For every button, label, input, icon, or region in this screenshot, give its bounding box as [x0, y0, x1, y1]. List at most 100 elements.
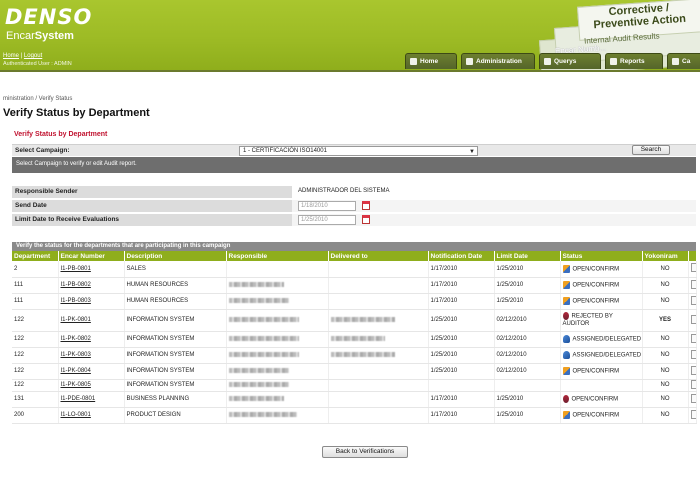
encar-number-link[interactable]: I1-PK-0803: [58, 347, 125, 364]
encar-number-link[interactable]: I1-LO-0801: [58, 407, 125, 424]
department-cell: 111: [12, 277, 59, 294]
row-action-cell[interactable]: [688, 277, 697, 294]
row-action-cell[interactable]: [688, 309, 697, 332]
redacted-name: [228, 411, 297, 417]
header-notification-date[interactable]: Notification Date: [428, 251, 495, 261]
status-text: OPEN/CONFIRM: [572, 298, 620, 305]
top-links: Home | Logout: [3, 53, 43, 59]
calendar-icon[interactable]: [362, 201, 370, 210]
header-encar-number[interactable]: Encar Number: [58, 251, 125, 261]
responsible-cell: [226, 407, 329, 424]
redacted-name: [228, 297, 289, 303]
row-action-cell[interactable]: [688, 379, 697, 392]
limit-date-label: Limit Date to Receive Evaluations: [12, 214, 292, 226]
redacted-name: [228, 316, 299, 322]
nav-ca[interactable]: Ca: [667, 53, 700, 69]
row-checkbox[interactable]: [690, 379, 695, 389]
header-divider: [0, 70, 700, 72]
status-cell: REJECTED BY AUDITOR: [560, 309, 643, 332]
dropdown-arrow-icon: ▼: [469, 149, 475, 155]
delivered-to-cell: [328, 293, 429, 310]
notification-date-cell: 1/25/2010: [428, 331, 495, 348]
reports-icon: [610, 58, 617, 65]
responsible-cell: [226, 379, 329, 392]
status-text: OPEN/CONFIRM: [572, 266, 620, 273]
row-action-cell[interactable]: [688, 407, 697, 424]
table-row: 122 I1-PK-0802 INFORMATION SYSTEM 1/25/2010…: [12, 331, 697, 348]
rejected-status-icon: [562, 312, 569, 321]
yokoniram-cell: NO: [642, 347, 689, 364]
limit-date-cell: 02/12/2010: [494, 363, 561, 380]
department-cell: 131: [12, 391, 59, 408]
home-link[interactable]: Home: [3, 53, 19, 59]
header-yokoniram[interactable]: Yokoniram: [642, 251, 689, 261]
limit-date-input[interactable]: 1/25/2010: [298, 215, 356, 225]
header-responsible[interactable]: Responsible: [226, 251, 329, 261]
select-campaign-label: Select Campaign:: [15, 147, 70, 154]
table-row: 122 I1-PK-0805 INFORMATION SYSTEM NO: [12, 379, 697, 392]
limit-date-cell: 1/25/2010: [494, 391, 561, 408]
delivered-to-cell: [328, 261, 429, 278]
yokoniram-cell: YES: [642, 309, 689, 332]
encar-number-link[interactable]: I1-PB-0802: [58, 277, 125, 294]
row-checkbox[interactable]: [690, 333, 695, 343]
row-checkbox[interactable]: [690, 279, 695, 289]
responsible-sender-value: ADMINISTRADOR DEL SISTEMA: [292, 186, 696, 198]
row-action-cell[interactable]: [688, 261, 697, 278]
assigned-status-icon: [562, 335, 570, 343]
encar-number-link[interactable]: I1-PDE-0801: [58, 391, 125, 408]
encar-number-link[interactable]: I1-PK-0801: [58, 309, 125, 332]
ca-icon: [672, 58, 679, 65]
encar-number-link[interactable]: I1-PK-0804: [58, 363, 125, 380]
nav-home[interactable]: Home: [405, 53, 457, 69]
limit-date-cell: 02/12/2010: [494, 347, 561, 364]
home-icon: [410, 58, 417, 65]
row-action-cell[interactable]: [688, 391, 697, 408]
notification-date-cell: 1/17/2010: [428, 391, 495, 408]
header-department[interactable]: Department: [12, 251, 59, 261]
row-action-cell[interactable]: [688, 363, 697, 380]
row-checkbox[interactable]: [690, 409, 695, 419]
row-checkbox[interactable]: [690, 314, 695, 324]
header-delivered-to[interactable]: Delivered to: [328, 251, 429, 261]
responsible-cell: [226, 293, 329, 310]
calendar-icon[interactable]: [362, 215, 370, 224]
description-cell: INFORMATION SYSTEM: [124, 363, 227, 380]
row-action-cell[interactable]: [688, 331, 697, 348]
campaign-select[interactable]: 1 - CERTIFICACIÓN ISO14001 ▼: [239, 146, 478, 156]
responsible-cell: [226, 363, 329, 380]
row-checkbox[interactable]: [690, 393, 695, 403]
row-checkbox[interactable]: [690, 349, 695, 359]
send-date-input[interactable]: 1/18/2010: [298, 201, 356, 211]
header-limit-date[interactable]: Limit Date: [494, 251, 561, 261]
status-cell: OPEN/CONFIRM: [560, 391, 643, 408]
encar-number-link[interactable]: I1-PB-0803: [58, 293, 125, 310]
yokoniram-cell: NO: [642, 293, 689, 310]
admin-icon: [466, 58, 473, 65]
app-header: DENSO EncarSystem Home | Logout Authenti…: [0, 0, 700, 70]
row-checkbox[interactable]: [690, 295, 695, 305]
row-action-cell[interactable]: [688, 347, 697, 364]
row-action-cell[interactable]: [688, 293, 697, 310]
nav-reports[interactable]: Reports: [605, 53, 663, 69]
header-description[interactable]: Description: [124, 251, 227, 261]
nav-querys[interactable]: Querys: [539, 53, 601, 69]
logout-link[interactable]: Logout: [24, 53, 42, 59]
encar-number-link[interactable]: I1-PB-0801: [58, 261, 125, 278]
table-row: 111 I1-PB-0802 HUMAN RESOURCES 1/17/2010 1/2…: [12, 277, 697, 294]
search-button[interactable]: Search: [632, 145, 670, 155]
encar-number-link[interactable]: I1-PK-0805: [58, 379, 125, 392]
row-checkbox[interactable]: [690, 365, 695, 375]
department-cell: 122: [12, 331, 59, 348]
yokoniram-cell: NO: [642, 363, 689, 380]
assigned-status-icon: [562, 351, 570, 359]
nav-administration[interactable]: Administration: [461, 53, 535, 69]
back-to-verifications-button[interactable]: Back to Verifications: [322, 446, 408, 458]
status-cell: OPEN/CONFIRM: [560, 293, 643, 310]
limit-date-row: Limit Date to Receive Evaluations 1/25/2…: [12, 214, 696, 226]
encar-number-link[interactable]: I1-PK-0802: [58, 331, 125, 348]
row-checkbox[interactable]: [690, 263, 695, 273]
status-cell: ASSIGNED/DELEGATED: [560, 347, 643, 364]
department-cell: 122: [12, 363, 59, 380]
header-status[interactable]: Status: [560, 251, 643, 261]
